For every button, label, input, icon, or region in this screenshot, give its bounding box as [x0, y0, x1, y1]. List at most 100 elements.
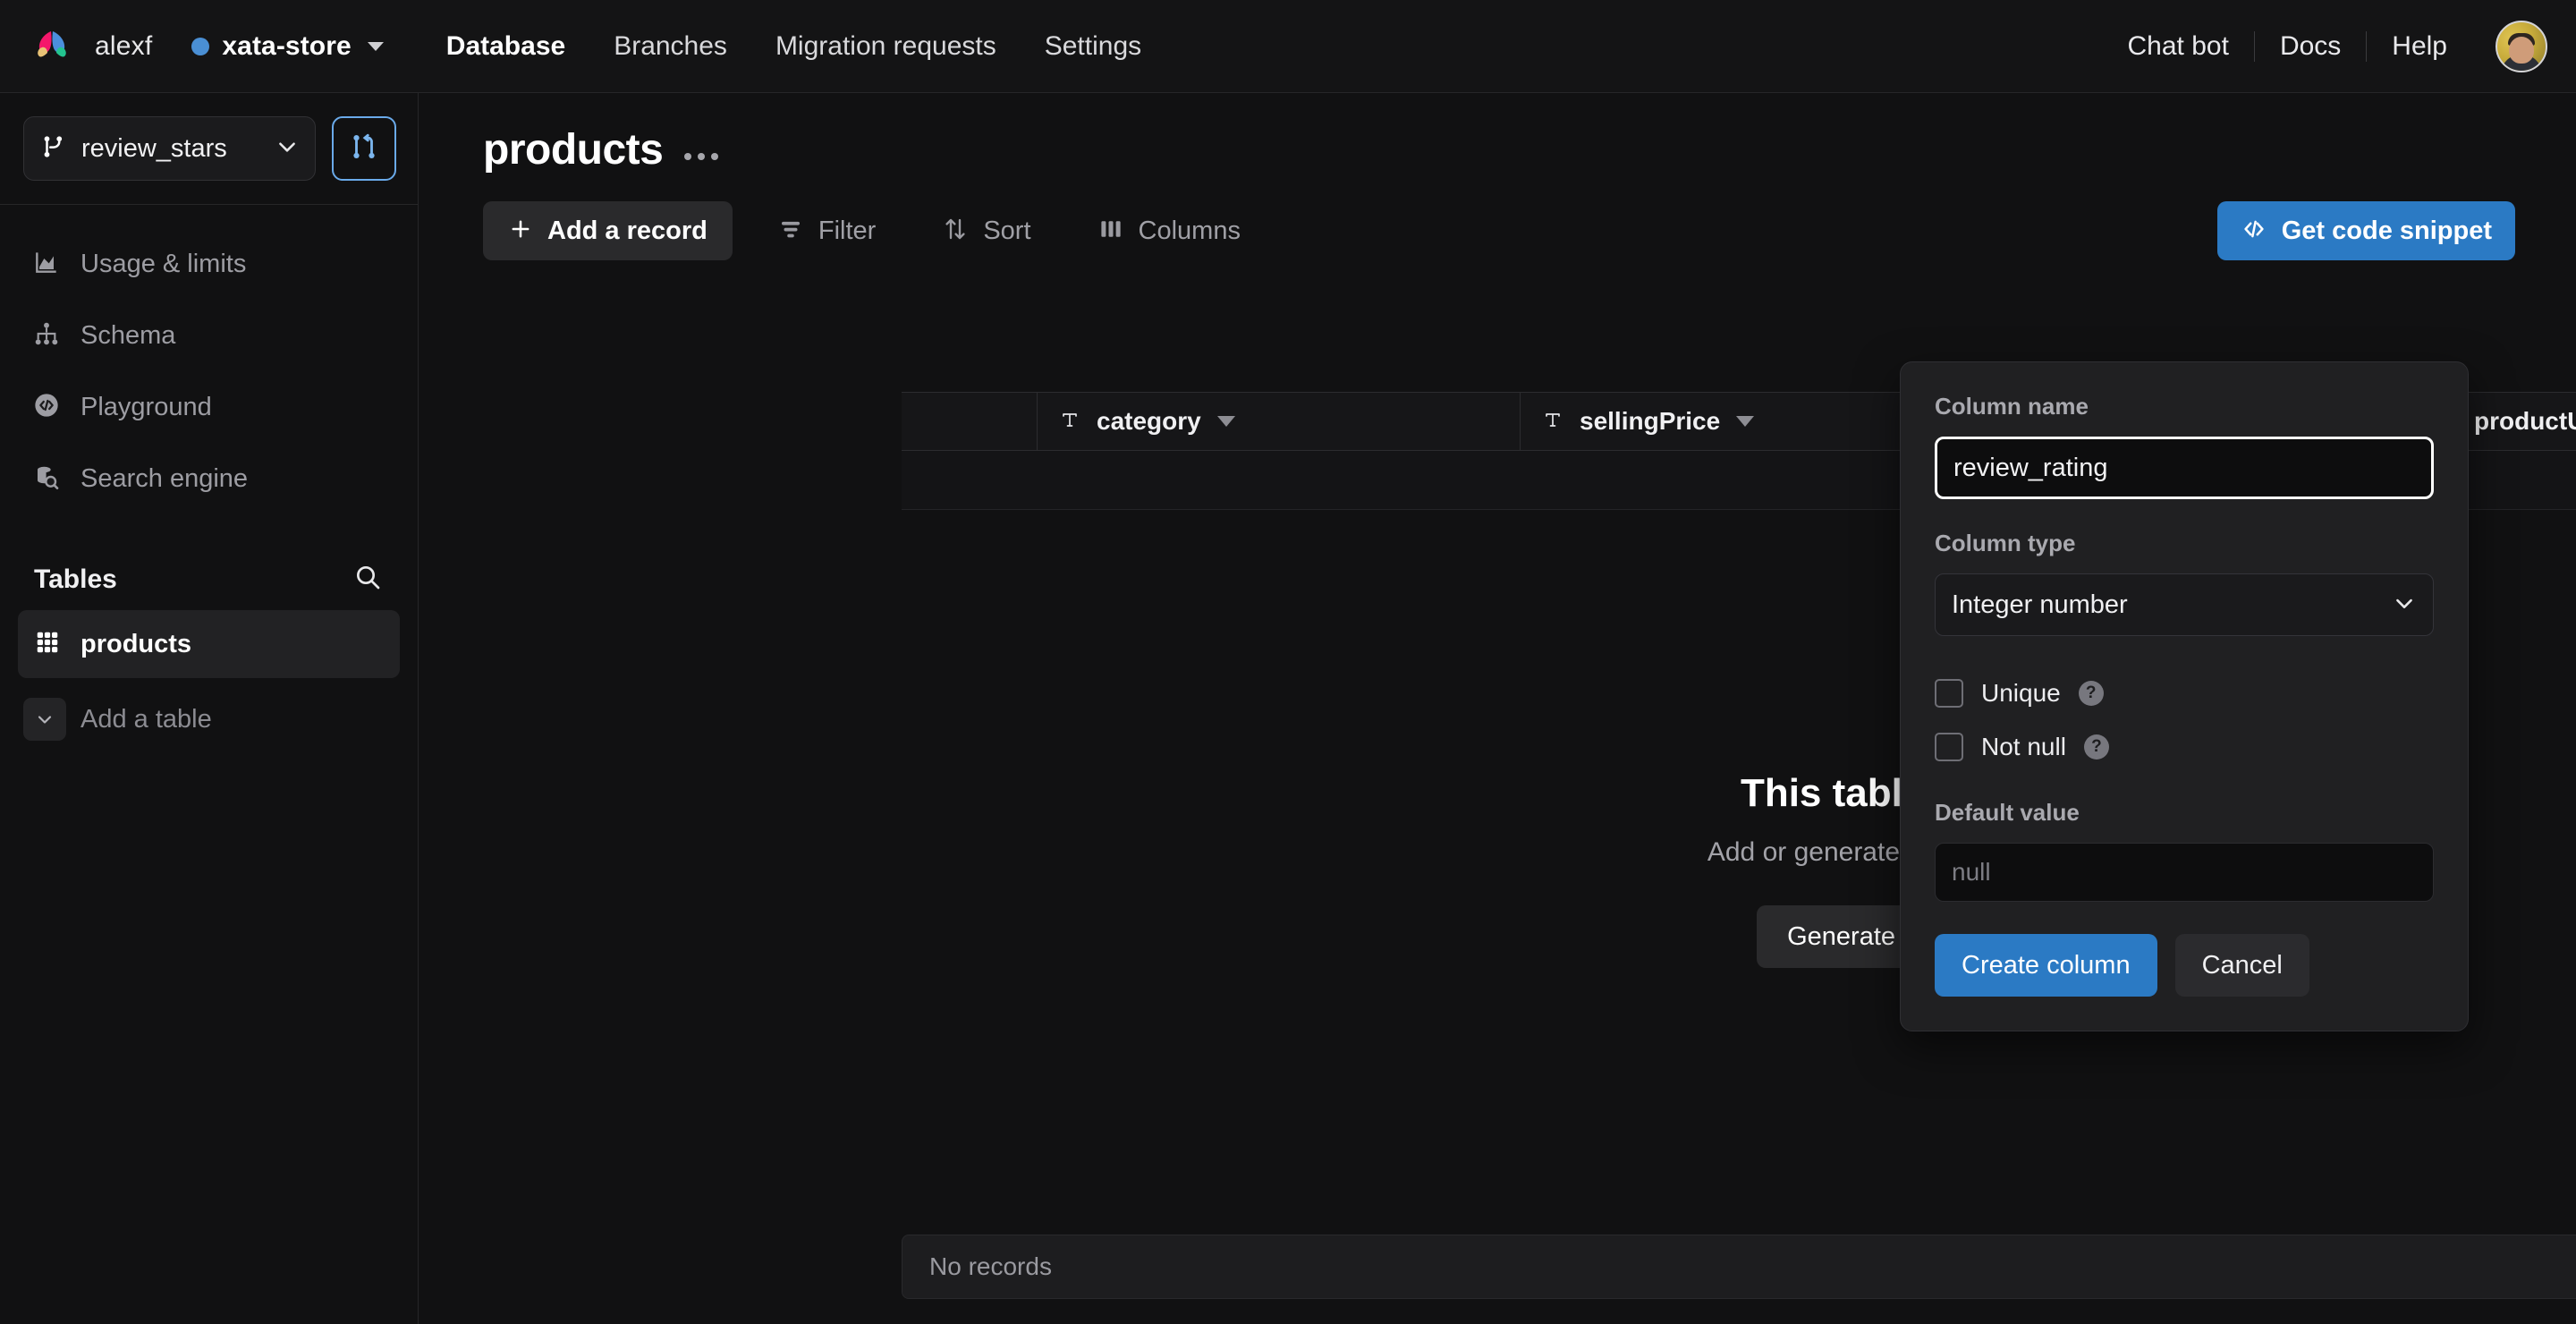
caret-down-icon[interactable] [1216, 416, 1235, 427]
org-name[interactable]: alexf [95, 31, 152, 62]
columns-icon [1097, 216, 1124, 247]
ellipsis-icon[interactable] [679, 140, 724, 160]
chevron-down-icon [275, 135, 299, 163]
not-null-checkbox[interactable] [1935, 733, 1963, 761]
unique-checkbox[interactable] [1935, 679, 1963, 708]
tab-branches[interactable]: Branches [614, 31, 727, 62]
app-root: alexf xata-store Database Branches Migra… [0, 0, 2576, 1324]
table-toolbar: Add a record Filter Sort Columns Get cod… [419, 174, 2576, 260]
primary-nav: Database Branches Migration requests Set… [446, 31, 1141, 62]
tab-migration-requests[interactable]: Migration requests [775, 31, 996, 62]
column-name: category [1097, 407, 1201, 435]
xata-butterfly-logo-icon[interactable] [29, 23, 75, 70]
column-type-select[interactable]: Integer number [1935, 573, 2434, 636]
add-record-button[interactable]: Add a record [483, 201, 733, 260]
add-record-label: Add a record [547, 216, 708, 245]
add-table-label: Add a table [80, 704, 212, 734]
code-circle-icon [32, 391, 61, 424]
column-header-category[interactable]: category [1038, 393, 1521, 450]
schema-hierarchy-icon [32, 319, 61, 352]
page-header: products [419, 93, 2576, 174]
page-title: products [483, 126, 664, 174]
unique-checkbox-row[interactable]: Unique ? [1935, 666, 2434, 720]
help-circle-icon[interactable]: ? [2078, 681, 2104, 706]
sidebar-item-label: Playground [80, 392, 212, 421]
add-column-popover: Column name Column type Integer number U… [1900, 361, 2469, 1031]
column-name: sellingPrice [1580, 407, 1721, 435]
column-type-label: Column type [1935, 530, 2076, 556]
caret-down-icon [367, 41, 384, 51]
sidebar-item-label: Schema [80, 320, 176, 350]
popover-actions: Create column Cancel [1935, 934, 2434, 997]
help-circle-icon[interactable]: ? [2083, 734, 2109, 760]
sidebar-item-playground[interactable]: Playground [0, 371, 418, 443]
filter-label: Filter [818, 216, 877, 245]
sort-button[interactable]: Sort [920, 201, 1052, 260]
filter-button[interactable]: Filter [756, 201, 897, 260]
default-value-label: Default value [1935, 799, 2080, 826]
create-column-button[interactable]: Create column [1935, 934, 2157, 997]
text-type-icon [1542, 409, 1563, 435]
database-selector[interactable]: xata-store [191, 30, 384, 62]
sort-label: Sort [983, 216, 1031, 245]
top-bar: alexf xata-store Database Branches Migra… [0, 0, 2576, 93]
chevron-down-icon [2392, 590, 2417, 620]
sidebar-item-label: Search engine [80, 463, 249, 493]
cancel-button[interactable]: Cancel [2174, 934, 2309, 997]
column-name: productUrl [2474, 407, 2576, 435]
git-branch-icon [40, 132, 67, 166]
columns-button[interactable]: Columns [1076, 201, 1262, 260]
branch-row: review_stars [0, 93, 418, 204]
table-name: products [80, 629, 192, 658]
add-table-row[interactable]: Add a table [18, 687, 400, 751]
sidebar-item-usage-limits[interactable]: Usage & limits [0, 228, 418, 300]
grid-footer: No records Generate random data [902, 1235, 2576, 1299]
compare-branches-button[interactable] [332, 116, 396, 181]
record-count: No records [929, 1252, 1052, 1280]
default-value-input[interactable] [1935, 843, 2434, 902]
text-type-icon [1059, 409, 1080, 435]
search-icon[interactable] [353, 563, 382, 596]
chat-bot-link[interactable]: Chat bot [2103, 31, 2254, 62]
sidebar-nav: Usage & limits Schema Playground Search … [0, 205, 418, 514]
grid-gutter-header [902, 393, 1038, 450]
code-brackets-icon [2241, 216, 2267, 247]
columns-label: Columns [1138, 216, 1241, 245]
database-name: xata-store [222, 30, 352, 61]
branch-name: review_stars [81, 133, 227, 163]
unique-label: Unique [1981, 679, 2061, 707]
top-bar-right: Chat bot Docs Help [2103, 0, 2547, 93]
branch-selector[interactable]: review_stars [23, 116, 316, 181]
caret-down-icon[interactable] [1736, 416, 1755, 427]
tab-database[interactable]: Database [446, 31, 565, 62]
not-null-label: Not null [1981, 733, 2066, 760]
column-name-label: Column name [1935, 393, 2089, 420]
sidebar-item-table-products[interactable]: products [18, 610, 400, 678]
tables-section-header: Tables [0, 538, 418, 610]
not-null-checkbox-row[interactable]: Not null ? [1935, 720, 2434, 774]
sort-arrows-icon [942, 216, 969, 247]
tab-settings[interactable]: Settings [1045, 31, 1141, 62]
sidebar-item-schema[interactable]: Schema [0, 300, 418, 371]
avatar[interactable] [2496, 21, 2547, 72]
table-grid-icon [34, 629, 61, 660]
compare-branches-icon [349, 132, 379, 166]
get-code-snippet-label: Get code snippet [2281, 216, 2492, 245]
column-type-value: Integer number [1952, 590, 2128, 619]
get-code-snippet-button[interactable]: Get code snippet [2216, 201, 2515, 260]
sidebar: review_stars Usage & limits Schema Playg… [0, 93, 419, 1324]
tables-title: Tables [34, 564, 117, 594]
bar-chart-icon [32, 248, 61, 281]
database-search-icon [32, 463, 61, 496]
sidebar-item-label: Usage & limits [80, 249, 247, 278]
plus-icon [508, 216, 533, 246]
chevron-down-icon[interactable] [23, 698, 66, 741]
docs-link[interactable]: Docs [2255, 31, 2366, 62]
column-name-input[interactable] [1935, 437, 2434, 499]
brand-area: alexf xata-store [0, 23, 384, 70]
sidebar-item-search-engine[interactable]: Search engine [0, 443, 418, 514]
filter-icon [777, 216, 804, 247]
help-link[interactable]: Help [2367, 31, 2472, 62]
database-status-dot [191, 37, 210, 55]
avatar-head [2509, 37, 2534, 64]
